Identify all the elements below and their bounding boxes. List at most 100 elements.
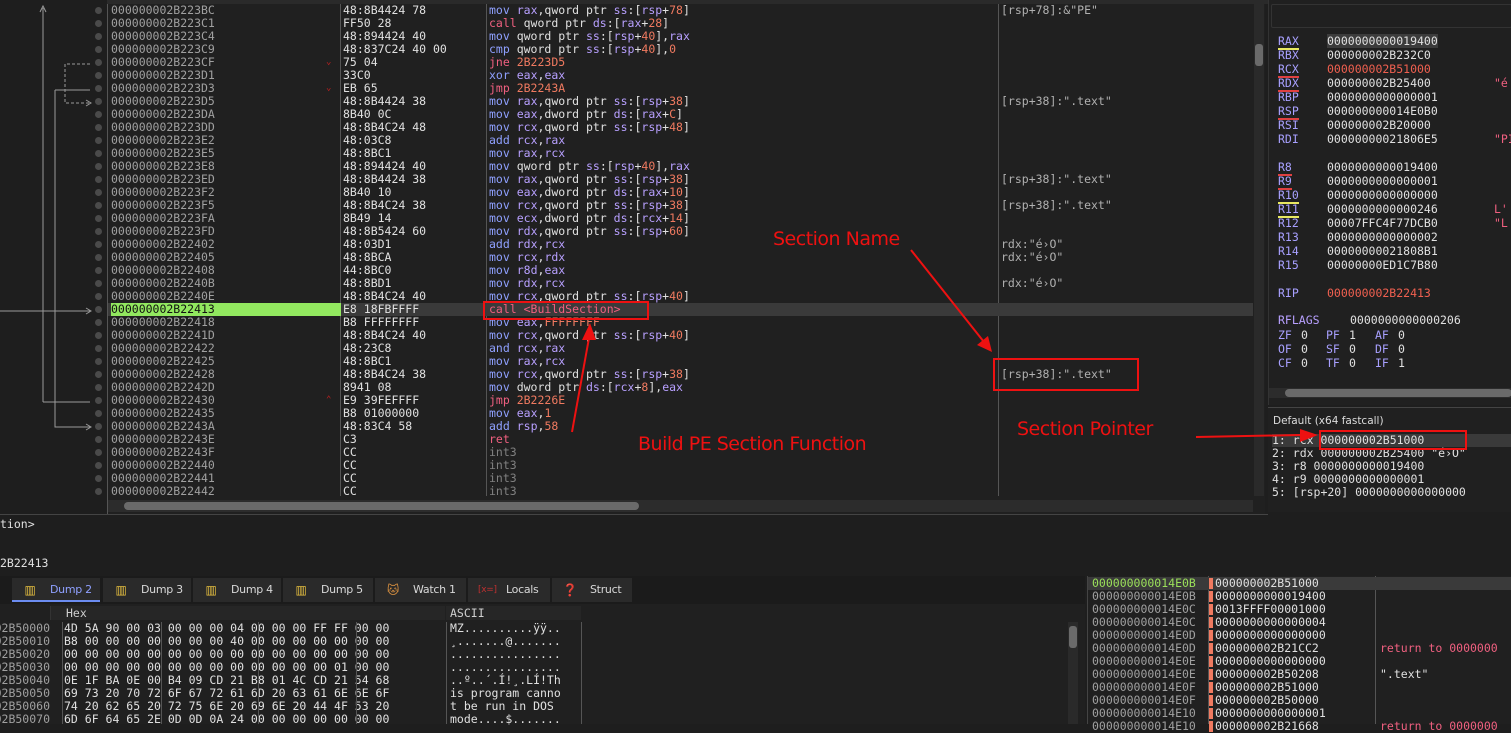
register-row-rcx[interactable]: RCX 000000002B51000 <box>1269 62 1511 78</box>
disasm-row[interactable]: 000000002B22405 48:8BCA mov rcx,rdx rdx:"é›… <box>108 251 1253 264</box>
breakpoint-toggle[interactable] <box>95 306 102 313</box>
register-value[interactable]: 000000002B22413 <box>1327 286 1431 300</box>
disasm-row[interactable]: 000000002B22402 48:03D1 add rdx,rcx rdx:"é›… <box>108 238 1253 251</box>
breakpoint-toggle[interactable] <box>95 397 102 404</box>
register-value[interactable]: 00000000ED1C7B80 <box>1327 258 1438 272</box>
tab-struct[interactable]: ❓ Struct <box>552 578 632 602</box>
disasm-row[interactable]: 000000002B223D1 33C0 xor eax,eax <box>108 69 1253 82</box>
breakpoint-toggle[interactable] <box>95 462 102 469</box>
registers-horizontal-scrollbar[interactable] <box>1269 388 1511 398</box>
flag-value[interactable]: 0 <box>1349 342 1356 356</box>
flag-value[interactable]: 1 <box>1349 328 1356 342</box>
register-row-rdi[interactable]: RDI 00000000021806E5 "PI <box>1269 132 1511 146</box>
disasm-row[interactable]: 000000002B223E2 48:03C8 add rcx,rax <box>108 134 1253 147</box>
breakpoint-toggle[interactable] <box>95 176 102 183</box>
register-value[interactable]: 0000000000000000 <box>1327 188 1438 202</box>
register-value[interactable]: 0000000000000002 <box>1327 230 1438 244</box>
tab-dump-2[interactable]: ▥ Dump 2 <box>12 578 100 602</box>
register-value[interactable]: 0000000000019400 <box>1327 160 1438 174</box>
stack-value[interactable]: 000000002B21668 <box>1215 720 1319 733</box>
tab-locals[interactable]: [x=] Locals <box>468 578 550 602</box>
breakpoint-toggle[interactable] <box>95 332 102 339</box>
register-value[interactable]: 0000000000000246 <box>1327 202 1438 216</box>
breakpoint-toggle[interactable] <box>95 371 102 378</box>
disasm-row[interactable]: 000000002B2242D 8941 08 mov dword ptr ds:[… <box>108 381 1253 394</box>
register-value[interactable]: 00000000021808B1 <box>1327 244 1438 258</box>
register-row-rbp[interactable]: RBP 0000000000000001 <box>1269 90 1511 104</box>
breakpoint-toggle[interactable] <box>95 488 102 495</box>
tab-watch-1[interactable]: 🐱 Watch 1 <box>375 578 466 602</box>
breakpoint-toggle[interactable] <box>95 410 102 417</box>
disasm-row[interactable]: 000000002B22413 E8 18FBFFFF call <BuildSec… <box>108 303 1253 316</box>
tab-dump-3[interactable]: ▥ Dump 3 <box>103 578 191 602</box>
breakpoint-toggle[interactable] <box>95 189 102 196</box>
breakpoint-toggle[interactable] <box>95 124 102 131</box>
register-row-r14[interactable]: R14 00000000021808B1 <box>1269 244 1511 258</box>
register-row-rsi[interactable]: RSI 000000002B20000 <box>1269 118 1511 132</box>
disasm-row[interactable]: 000000002B2241D 48:8B4C24 40 mov rcx,qword… <box>108 329 1253 342</box>
flag-value[interactable]: 0 <box>1398 342 1405 356</box>
breakpoint-toggle[interactable] <box>95 111 102 118</box>
breakpoint-toggle[interactable] <box>95 449 102 456</box>
disasm-row[interactable]: 000000002B223CF ⌄ 75 04 jne 2B223D5 <box>108 56 1253 69</box>
tab-dump-5[interactable]: ▥ Dump 5 <box>283 578 373 602</box>
breakpoint-toggle[interactable] <box>95 345 102 352</box>
breakpoint-toggle[interactable] <box>95 423 102 430</box>
breakpoint-toggle[interactable] <box>95 319 102 326</box>
breakpoint-toggle[interactable] <box>95 436 102 443</box>
breakpoint-toggle[interactable] <box>95 202 102 209</box>
register-value[interactable]: 000000002B25400 <box>1327 76 1431 90</box>
register-value[interactable]: 000000002B232C0 <box>1327 48 1431 62</box>
breakpoint-toggle[interactable] <box>95 150 102 157</box>
call-argument[interactable]: 5: [rsp+20] 0000000000000000 <box>1272 486 1511 499</box>
register-value[interactable]: 000000002B20000 <box>1327 118 1431 132</box>
breakpoint-toggle[interactable] <box>95 59 102 66</box>
flag-value[interactable]: 1 <box>1398 356 1405 370</box>
tab-dump-4[interactable]: ▥ Dump 4 <box>193 578 281 602</box>
register-row-rip[interactable]: RIP 000000002B22413 <box>1269 286 1511 300</box>
register-row-rbx[interactable]: RBX 000000002B232C0 <box>1269 48 1511 62</box>
breakpoint-toggle[interactable] <box>95 85 102 92</box>
breakpoint-toggle[interactable] <box>95 33 102 40</box>
register-row-r12[interactable]: R12 00007FFC4F77DCB0 "L <box>1269 216 1511 230</box>
dump-vertical-scrollbar[interactable] <box>1068 622 1078 724</box>
disasm-row[interactable]: 000000002B223DD 48:8B4C24 48 mov rcx,qword… <box>108 121 1253 134</box>
breakpoint-toggle[interactable] <box>95 241 102 248</box>
register-row-r15[interactable]: R15 00000000ED1C7B80 <box>1269 258 1511 272</box>
memory-dump-view[interactable]: Hex ASCII 02B50000 4D 5A 90 00 03 00 00 0… <box>0 604 1085 726</box>
register-value[interactable]: 000000000014E0B0 <box>1327 104 1438 118</box>
disasm-row[interactable]: 000000002B2240E 48:8B4C24 40 mov rcx,qword… <box>108 290 1253 303</box>
breakpoint-toggle[interactable] <box>95 254 102 261</box>
dump-hex-bytes[interactable]: 6D 6F 64 65 2E 0D 0D 0A 24 00 00 00 00 0… <box>64 713 389 726</box>
breakpoint-toggle[interactable] <box>95 163 102 170</box>
register-value[interactable]: 00007FFC4F77DCB0 <box>1327 216 1438 230</box>
flag-value[interactable]: 0 <box>1398 328 1405 342</box>
breakpoint-toggle[interactable] <box>95 293 102 300</box>
dump-ascii[interactable]: mode....$....... <box>450 713 561 726</box>
register-value[interactable]: 00000000021806E5 <box>1327 132 1438 146</box>
disasm-row[interactable]: 000000002B223C9 48:837C24 40 00 cmp qword … <box>108 43 1253 56</box>
breakpoint-toggle[interactable] <box>95 228 102 235</box>
disasm-row[interactable]: 000000002B22408 44:8BC0 mov r8d,eax <box>108 264 1253 277</box>
register-row-rsp[interactable]: RSP 000000000014E0B0 <box>1269 104 1511 120</box>
disasm-vertical-scrollbar[interactable] <box>1254 4 1264 496</box>
register-row-r13[interactable]: R13 0000000000000002 <box>1269 230 1511 244</box>
flag-value[interactable]: 0 <box>1301 342 1308 356</box>
breakpoint-toggle[interactable] <box>95 7 102 14</box>
disasm-row[interactable]: 000000002B22441 CC int3 <box>108 472 1253 485</box>
breakpoint-toggle[interactable] <box>95 280 102 287</box>
disasm-row[interactable]: 000000002B223FD 48:8B5424 60 mov rdx,qword… <box>108 225 1253 238</box>
breakpoint-toggle[interactable] <box>95 20 102 27</box>
breakpoint-toggle[interactable] <box>95 46 102 53</box>
breakpoint-toggle[interactable] <box>95 72 102 79</box>
disasm-row[interactable]: 000000002B22422 48:23C8 and rcx,rax <box>108 342 1253 355</box>
register-row-rdx[interactable]: RDX 000000002B25400 "é <box>1269 76 1511 92</box>
register-row-r10[interactable]: R10 0000000000000000 <box>1269 188 1511 204</box>
stack-view[interactable]: 000000000014E0B 000000002B51000 0000000000… <box>1087 576 1511 733</box>
rflags-value[interactable]: 0000000000000206 <box>1350 313 1461 327</box>
register-value[interactable]: 0000000000000001 <box>1327 174 1438 188</box>
dump-row[interactable]: 02B50070 6D 6F 64 65 2E 0D 0D 0A 24 00 00… <box>0 713 580 726</box>
register-value[interactable]: 0000000000000001 <box>1327 90 1438 104</box>
register-row-r9[interactable]: R9 0000000000000001 <box>1269 174 1511 190</box>
register-row-rax[interactable]: RAX 0000000000019400 <box>1269 34 1511 50</box>
